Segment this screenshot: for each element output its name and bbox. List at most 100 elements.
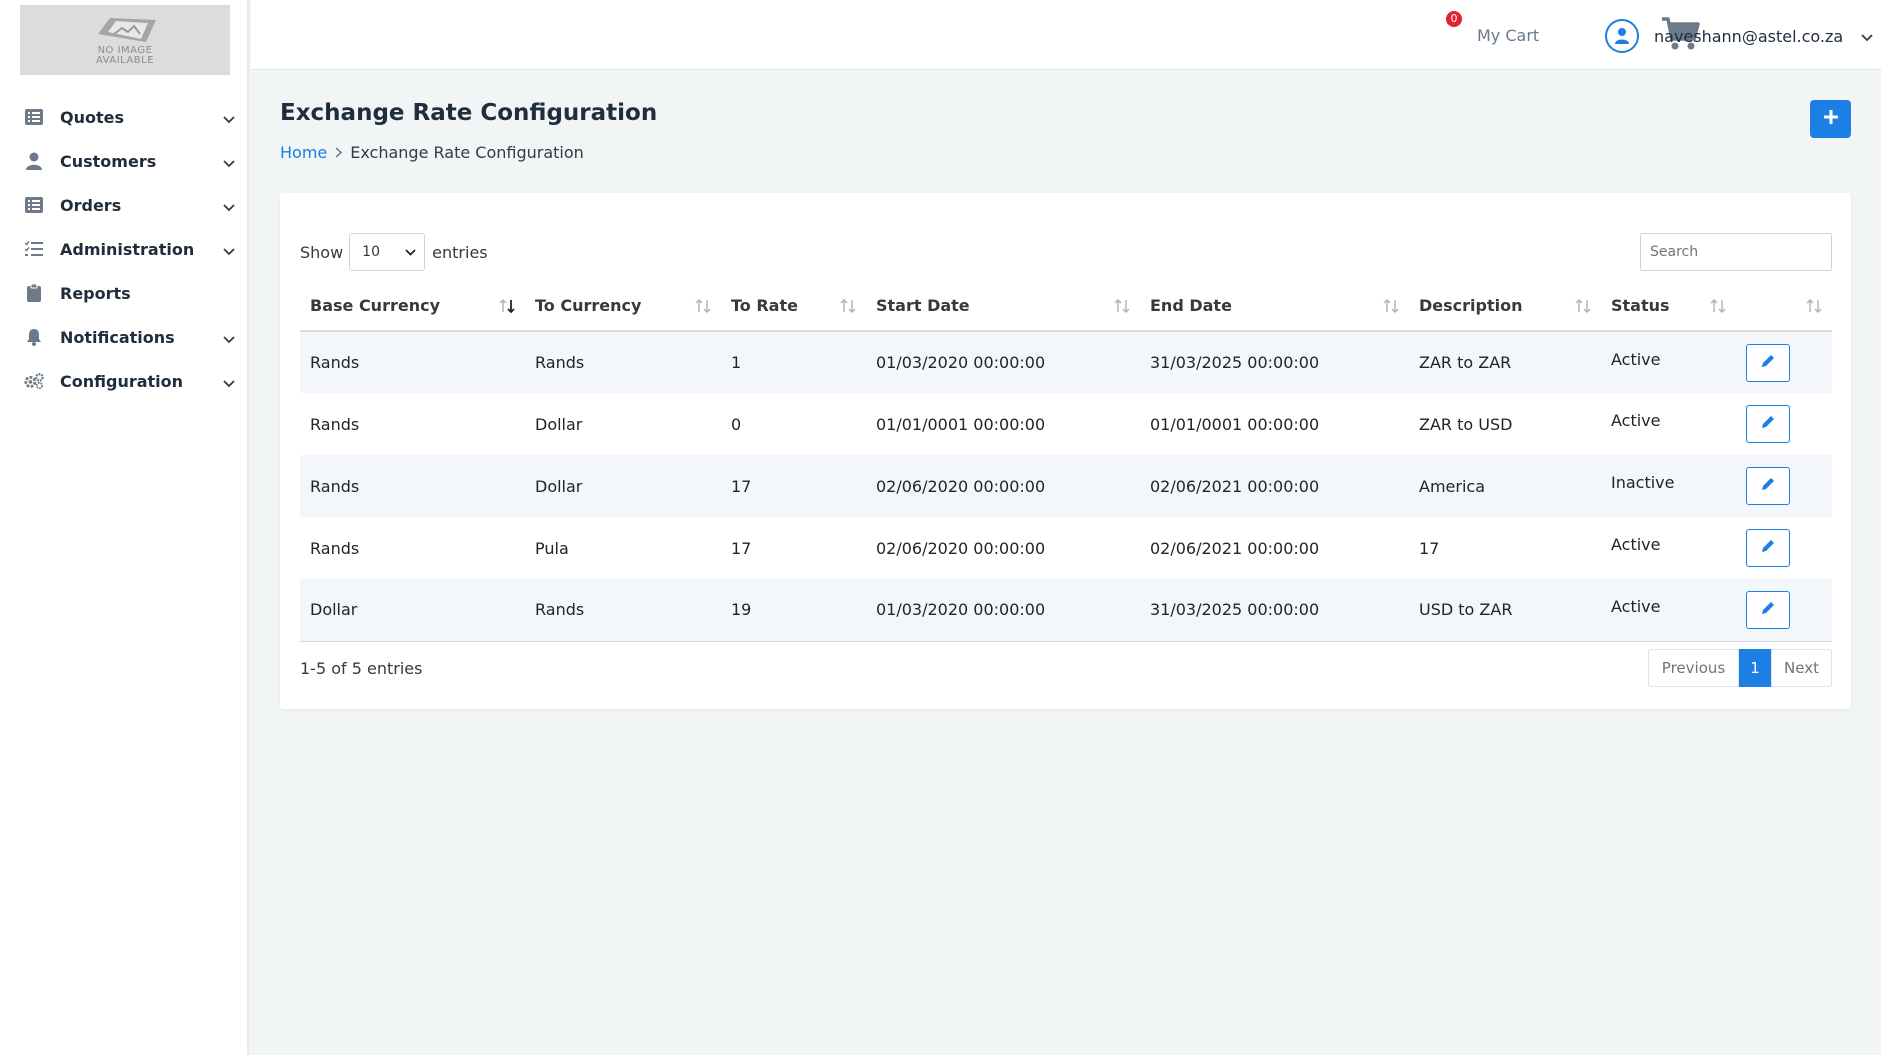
cell-start-date: 01/03/2020 00:00:00 xyxy=(876,353,1046,372)
cell-end-date: 02/06/2021 00:00:00 xyxy=(1150,476,1320,496)
sidebar-item-label: Quotes xyxy=(60,107,125,127)
sidebar-item-orders[interactable]: Orders xyxy=(0,183,249,227)
cell-actions xyxy=(1736,579,1832,641)
cell-end-date: 31/03/2025 00:00:00 xyxy=(1150,600,1320,620)
sidebar-item-configuration[interactable]: Configuration xyxy=(0,359,249,403)
chevron-down-icon xyxy=(223,241,235,260)
column-label: Status xyxy=(1611,296,1670,315)
cell-actions xyxy=(1736,331,1832,393)
cell-to-currency: Dollar xyxy=(535,414,583,434)
sort-icon xyxy=(1575,298,1591,317)
breadcrumb: Home Exchange Rate Configuration xyxy=(280,143,584,162)
column-header-actions[interactable] xyxy=(1736,281,1832,331)
cell-actions xyxy=(1736,393,1832,455)
chevron-down-icon xyxy=(223,197,235,216)
chevron-right-icon xyxy=(335,143,343,162)
show-label: Show xyxy=(300,242,344,262)
page-title: Exchange Rate Configuration xyxy=(280,100,658,126)
exchange-rate-card: Show 10 entries Search Base Currency To … xyxy=(280,193,1851,709)
column-header-description[interactable]: Description xyxy=(1409,281,1601,331)
cell-to-rate: 0 xyxy=(731,414,742,434)
cell-base-currency: Rands xyxy=(310,353,360,372)
column-header-status[interactable]: Status xyxy=(1601,281,1736,331)
sidebar-nav: Quotes Customers Orders Administration R… xyxy=(0,95,249,403)
page-1-button[interactable]: 1 xyxy=(1739,649,1771,687)
sort-icon xyxy=(840,298,856,317)
logo-text-line2: AVAILABLE xyxy=(95,55,155,66)
edit-button[interactable] xyxy=(1746,405,1790,443)
pencil-icon xyxy=(1760,476,1776,496)
user-icon xyxy=(24,151,44,171)
breadcrumb-home-link[interactable]: Home xyxy=(280,143,327,162)
cell-to-currency: Rands xyxy=(535,600,585,620)
table-info: 1-5 of 5 entries xyxy=(300,659,423,678)
page-length-value: 10 xyxy=(362,244,380,260)
cell-actions xyxy=(1736,455,1832,517)
column-header-start-date[interactable]: Start Date xyxy=(866,281,1140,331)
column-header-base-currency[interactable]: Base Currency xyxy=(300,281,525,331)
column-label: Start Date xyxy=(876,296,970,315)
cell-to-currency: Rands xyxy=(535,353,585,372)
cell-description: ZAR to ZAR xyxy=(1419,353,1512,372)
cell-start-date: 01/01/0001 00:00:00 xyxy=(876,414,1046,434)
cell-to-rate: 17 xyxy=(731,538,752,558)
sort-icon xyxy=(1383,298,1399,317)
list-icon xyxy=(24,107,44,127)
add-exchange-rate-button[interactable] xyxy=(1810,100,1851,138)
sidebar-item-reports[interactable]: Reports xyxy=(0,271,249,315)
pencil-icon xyxy=(1760,600,1776,620)
cart-label[interactable]: My Cart xyxy=(1477,26,1539,45)
edit-button[interactable] xyxy=(1746,590,1790,629)
clipboard-icon xyxy=(24,283,44,303)
exchange-rate-table: Base Currency To Currency To Rate Start … xyxy=(300,281,1832,642)
edit-button[interactable] xyxy=(1746,343,1790,382)
next-page-button[interactable]: Next xyxy=(1771,649,1832,687)
column-header-to-rate[interactable]: To Rate xyxy=(721,281,866,331)
chevron-down-icon xyxy=(223,153,235,172)
cell-to-rate: 17 xyxy=(731,476,752,496)
chevron-down-icon xyxy=(405,244,416,260)
sidebar-item-quotes[interactable]: Quotes xyxy=(0,95,249,139)
edit-button[interactable] xyxy=(1746,467,1790,505)
table-row: Rands Rands 1 01/03/2020 00:00:00 31/03/… xyxy=(300,331,1832,393)
sidebar-item-label: Administration xyxy=(60,239,195,259)
column-header-end-date[interactable]: End Date xyxy=(1140,281,1409,331)
table-row: Dollar Rands 19 01/03/2020 00:00:00 31/0… xyxy=(300,579,1832,641)
sidebar-item-notifications[interactable]: Notifications xyxy=(0,315,249,359)
pencil-icon xyxy=(1760,414,1776,434)
column-label: To Currency xyxy=(535,296,642,315)
cell-to-currency: Dollar xyxy=(535,476,583,496)
cell-actions xyxy=(1736,517,1832,579)
cell-description: America xyxy=(1419,476,1485,496)
user-menu[interactable]: naveshann@astel.co.za xyxy=(1605,19,1873,53)
sidebar-item-administration[interactable]: Administration xyxy=(0,227,249,271)
entries-label: entries xyxy=(432,242,488,262)
column-label: Base Currency xyxy=(310,296,441,315)
chevron-down-icon xyxy=(1861,27,1873,46)
sort-icon xyxy=(695,298,711,317)
cell-status: Active xyxy=(1611,411,1661,430)
chevron-down-icon xyxy=(223,109,235,128)
page-length-select[interactable]: 10 xyxy=(349,233,426,271)
cart-count-badge: 0 xyxy=(1446,11,1462,27)
pagination: Previous 1 Next xyxy=(1648,649,1832,687)
cell-description: USD to ZAR xyxy=(1419,600,1513,620)
edit-button[interactable] xyxy=(1746,529,1790,567)
column-label: Description xyxy=(1419,296,1523,315)
breadcrumb-current: Exchange Rate Configuration xyxy=(350,143,584,162)
column-header-to-currency[interactable]: To Currency xyxy=(525,281,721,331)
list-icon xyxy=(24,195,44,215)
sort-icon xyxy=(1806,298,1822,317)
table-row: Rands Pula 17 02/06/2020 00:00:00 02/06/… xyxy=(300,517,1832,579)
cell-base-currency: Rands xyxy=(310,414,360,434)
cell-start-date: 02/06/2020 00:00:00 xyxy=(876,538,1046,558)
search-input[interactable]: Search xyxy=(1640,233,1832,271)
logo: NO IMAGE AVAILABLE xyxy=(20,5,230,75)
previous-page-button[interactable]: Previous xyxy=(1648,649,1739,687)
page-length-control: Show 10 entries xyxy=(300,233,488,271)
sidebar-item-label: Orders xyxy=(60,195,122,215)
cell-start-date: 01/03/2020 00:00:00 xyxy=(876,600,1046,620)
cell-status: Inactive xyxy=(1611,473,1675,492)
sidebar-item-customers[interactable]: Customers xyxy=(0,139,249,183)
cell-base-currency: Dollar xyxy=(310,600,358,620)
